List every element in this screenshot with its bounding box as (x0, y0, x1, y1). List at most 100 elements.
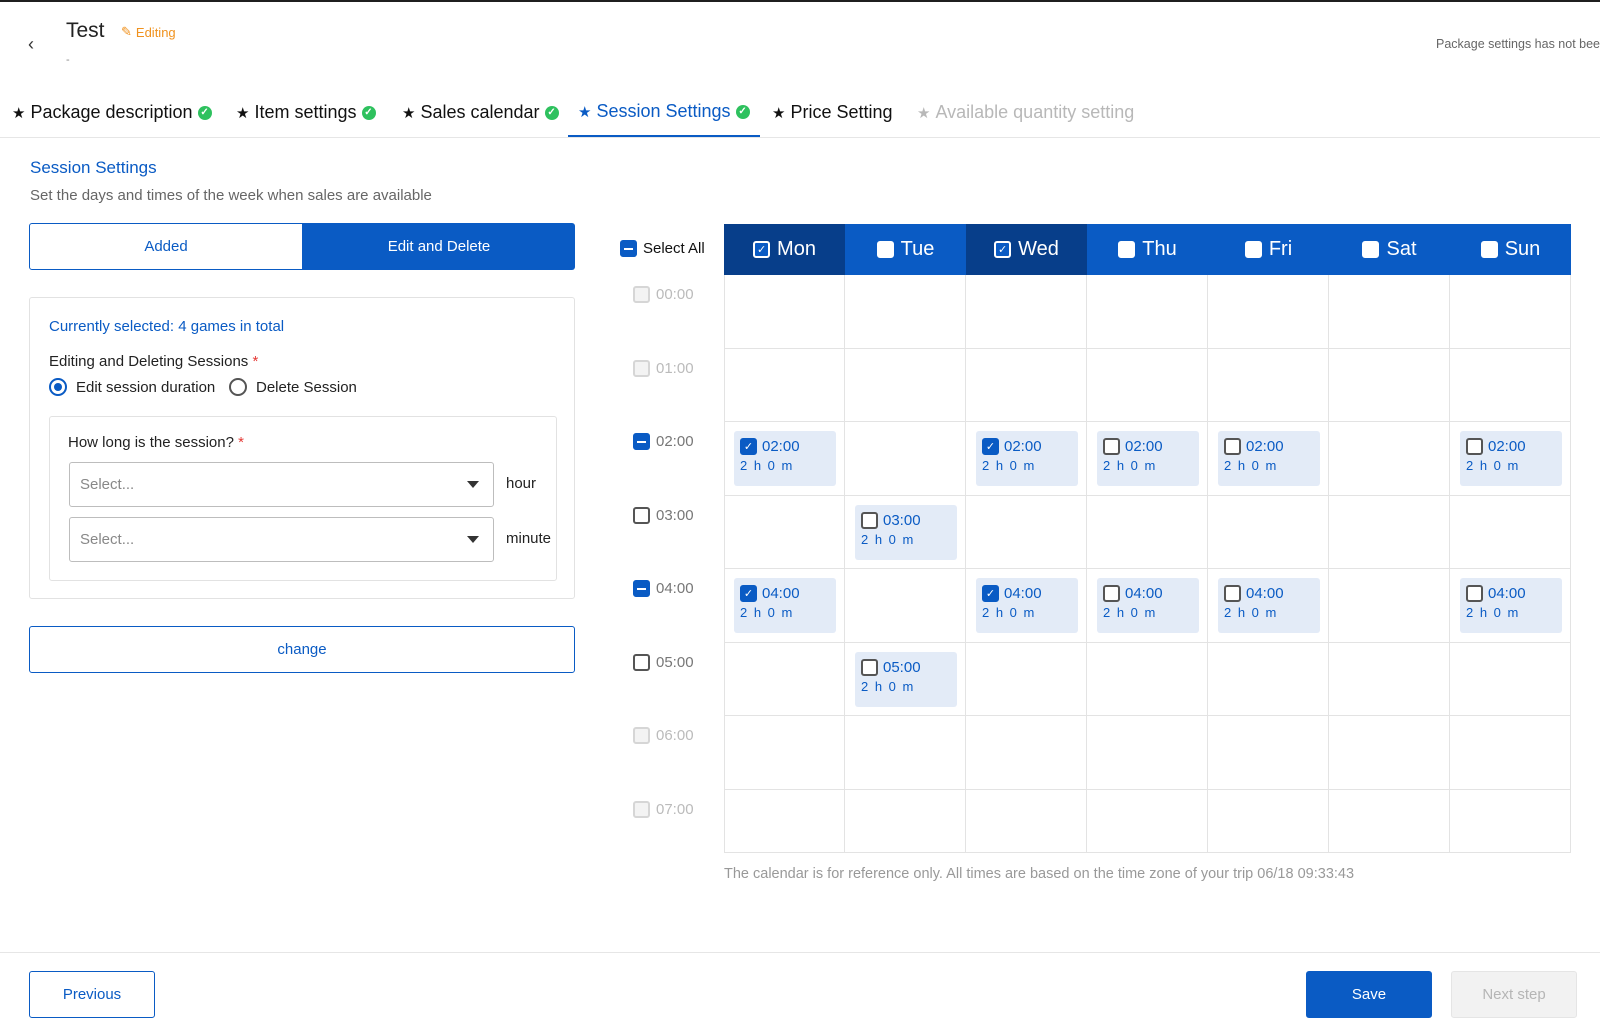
tab-package-description[interactable]: ★ Package description ✓ (12, 88, 212, 137)
hour-checkbox[interactable] (633, 506, 650, 524)
hour-label: 00:00 (656, 286, 694, 303)
editing-label: Editing (135, 24, 176, 40)
day-checkbox[interactable] (876, 241, 894, 258)
session-checkbox[interactable]: ✓ (740, 585, 757, 602)
session-checkbox[interactable] (1103, 438, 1120, 455)
select-all[interactable]: Select All (620, 240, 705, 257)
tab-item-settings[interactable]: ★ Item settings ✓ (236, 88, 376, 137)
radio-edit-label: Edit session duration (76, 378, 216, 396)
day-header-tue[interactable]: Tue (845, 224, 966, 275)
edit-delete-tab[interactable]: Edit and Delete (303, 223, 575, 270)
session-checkbox[interactable]: ✓ (982, 438, 999, 455)
hour-checkbox[interactable] (633, 580, 650, 597)
calendar-cell (966, 789, 1087, 853)
session-checkbox[interactable] (1224, 438, 1241, 455)
select-all-checkbox[interactable] (620, 240, 637, 257)
day-checkbox[interactable] (1118, 241, 1136, 258)
session-slot[interactable]: 02:00 2 h 0 m (1460, 431, 1562, 486)
day-checkbox[interactable]: ✓ (994, 241, 1012, 258)
session-time: 04:00 (1004, 585, 1042, 602)
hour-row-0300[interactable]: 03:00 (633, 506, 694, 524)
star-icon: ★ (772, 104, 786, 122)
calendar-cell (1329, 569, 1450, 643)
session-time-row: ✓ 02:00 (740, 438, 836, 455)
star-icon: ★ (917, 104, 931, 122)
check-circle-icon: ✓ (735, 104, 750, 119)
hour-select[interactable]: Select... (69, 462, 494, 507)
session-slot[interactable]: 04:00 2 h 0 m (1097, 578, 1199, 633)
calendar-cell (1329, 275, 1450, 349)
session-slot[interactable]: 02:00 2 h 0 m (1097, 431, 1199, 486)
session-slot[interactable]: ✓ 02:00 2 h 0 m (976, 431, 1078, 486)
session-slot[interactable]: 02:00 2 h 0 m (1218, 431, 1320, 486)
session-time-row: 05:00 (861, 658, 957, 676)
hour-checkbox[interactable] (633, 653, 650, 671)
day-checkbox[interactable] (1244, 241, 1262, 258)
top-border (0, 0, 1600, 2)
back-icon[interactable]: ‹ (28, 34, 34, 55)
session-checkbox[interactable] (861, 511, 878, 529)
day-header-thu[interactable]: Thu (1087, 224, 1208, 275)
day-label: Thu (1142, 238, 1177, 260)
hour-row-0500[interactable]: 05:00 (633, 653, 694, 671)
session-checkbox[interactable] (1103, 585, 1120, 602)
calendar-cell (1208, 495, 1329, 569)
session-slot[interactable]: 04:00 2 h 0 m (1460, 578, 1562, 633)
hour-label: 03:00 (656, 506, 694, 524)
tab-session-settings[interactable]: ★ Session Settings ✓ (568, 88, 760, 137)
day-checkbox[interactable] (1480, 241, 1498, 258)
added-tab[interactable]: Added (29, 223, 303, 270)
day-header-fri[interactable]: Fri (1208, 224, 1329, 275)
session-slot[interactable]: 03:00 2 h 0 m (855, 504, 957, 560)
session-slot[interactable]: 04:00 2 h 0 m (1218, 578, 1320, 633)
session-checkbox[interactable] (861, 658, 878, 676)
tab-price-setting[interactable]: ★ Price Setting (772, 88, 893, 137)
session-slot[interactable]: ✓ 04:00 2 h 0 m (976, 578, 1078, 633)
hour-checkbox (633, 800, 650, 818)
session-slot[interactable]: ✓ 04:00 2 h 0 m (734, 578, 836, 633)
hour-row-0200[interactable]: 02:00 (633, 433, 694, 450)
session-duration: 2 h 0 m (982, 458, 1036, 473)
save-button[interactable]: Save (1306, 971, 1432, 1018)
tab-available-quantity-setting[interactable]: ★ Available quantity setting (917, 88, 1134, 137)
session-slot[interactable]: 05:00 2 h 0 m (855, 651, 957, 707)
session-checkbox[interactable]: ✓ (740, 438, 757, 455)
previous-button[interactable]: Previous (29, 971, 155, 1018)
session-slot[interactable]: ✓ 02:00 2 h 0 m (734, 431, 836, 486)
session-duration: 2 h 0 m (1103, 605, 1157, 620)
radio-edit-indicator[interactable] (49, 378, 67, 396)
session-checkbox[interactable] (1466, 585, 1483, 602)
change-button[interactable]: change (29, 626, 575, 673)
calendar-cell (1329, 422, 1450, 496)
calendar-cell (1450, 495, 1571, 569)
hour-label: 07:00 (656, 800, 694, 818)
hour-checkbox[interactable] (633, 433, 650, 450)
minute-placeholder: Select... (80, 531, 135, 548)
radio-edit-duration[interactable]: Edit session duration (49, 378, 215, 396)
session-checkbox[interactable] (1466, 438, 1483, 455)
radio-delete-label: Delete Session (256, 378, 357, 396)
day-header-sun[interactable]: Sun (1450, 224, 1571, 275)
radio-delete-indicator[interactable] (229, 378, 247, 396)
hour-row-0400[interactable]: 04:00 (633, 580, 694, 597)
radio-delete-session[interactable]: Delete Session (229, 378, 357, 396)
day-checkbox[interactable] (1362, 241, 1380, 258)
minute-select[interactable]: Select... (69, 517, 494, 562)
calendar-cell (724, 275, 845, 349)
calendar-cell (1329, 642, 1450, 716)
calendar-cell (1208, 789, 1329, 853)
tab-sales-calendar[interactable]: ★ Sales calendar ✓ (402, 88, 559, 137)
day-label: Wed (1018, 238, 1059, 260)
hour-label: 05:00 (656, 653, 694, 671)
day-checkbox[interactable]: ✓ (753, 241, 771, 258)
duration-text: How long is the session? (68, 434, 234, 451)
next-step-button[interactable]: Next step (1451, 971, 1577, 1018)
calendar-cell (1450, 642, 1571, 716)
day-header-sat[interactable]: Sat (1329, 224, 1450, 275)
hour-label: 01:00 (656, 359, 694, 377)
minute-unit: minute (506, 530, 552, 547)
day-header-mon[interactable]: ✓ Mon (724, 224, 845, 275)
session-checkbox[interactable] (1224, 585, 1241, 602)
day-header-wed[interactable]: ✓ Wed (966, 224, 1087, 275)
session-checkbox[interactable]: ✓ (982, 585, 999, 602)
